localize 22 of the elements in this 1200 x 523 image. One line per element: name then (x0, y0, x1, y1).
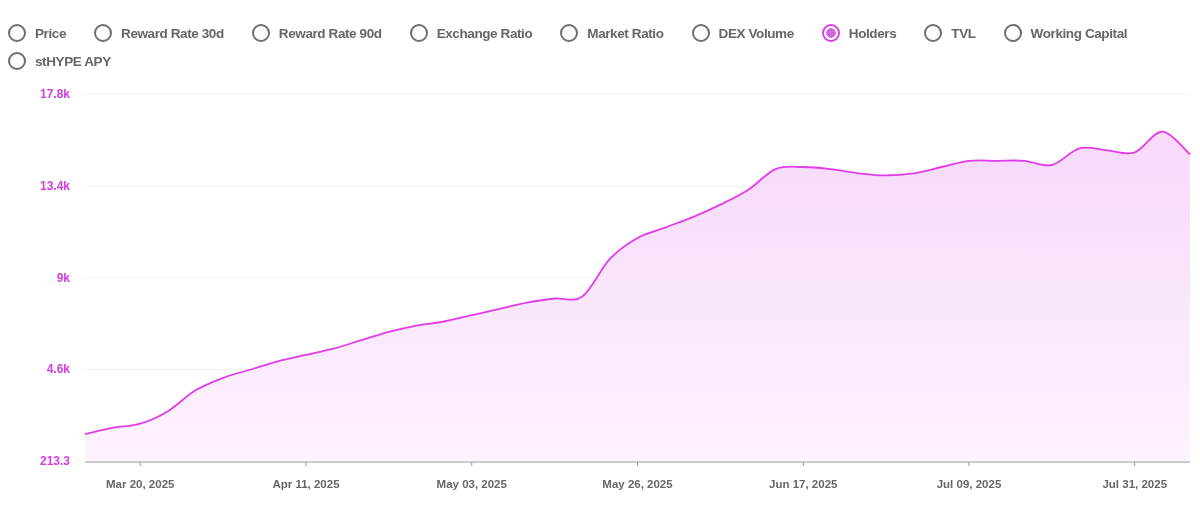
y-axis-label: 213.3 (39, 454, 70, 468)
x-axis-label: Jul 31, 2025 (1102, 478, 1168, 490)
x-axis-label: Jul 09, 2025 (936, 478, 1002, 490)
y-axis-label: 9k (56, 270, 70, 285)
chart-series-option[interactable]: TVL (924, 24, 976, 42)
x-axis-label: May 03, 2025 (436, 478, 507, 490)
y-axis-label: 17.8k (39, 87, 70, 101)
x-axis-label: Mar 20, 2025 (106, 478, 175, 490)
chart-series-option[interactable]: stHYPE APY (8, 52, 111, 70)
chart-series-option[interactable]: Exchange Ratio (409, 24, 533, 42)
chart-series-option[interactable]: Price (8, 24, 67, 42)
chart-series-option[interactable]: Market Ratio (560, 24, 664, 42)
x-axis-label: May 26, 2025 (602, 478, 673, 490)
y-axis-label: 4.6k (46, 362, 70, 377)
chart-series-option[interactable]: Holders (821, 24, 897, 42)
chart-series-option[interactable]: Reward Rate 90d (251, 24, 382, 42)
y-axis-label: 13.4k (39, 178, 70, 193)
chart-series-option[interactable]: Reward Rate 30d (94, 24, 224, 42)
x-axis-label: Jun 17, 2025 (769, 478, 838, 490)
chart-series-option[interactable]: Working Capital (1003, 24, 1128, 42)
x-axis-label: Apr 11, 2025 (272, 478, 340, 490)
chart-series-option[interactable]: DEX Volume (691, 24, 794, 42)
